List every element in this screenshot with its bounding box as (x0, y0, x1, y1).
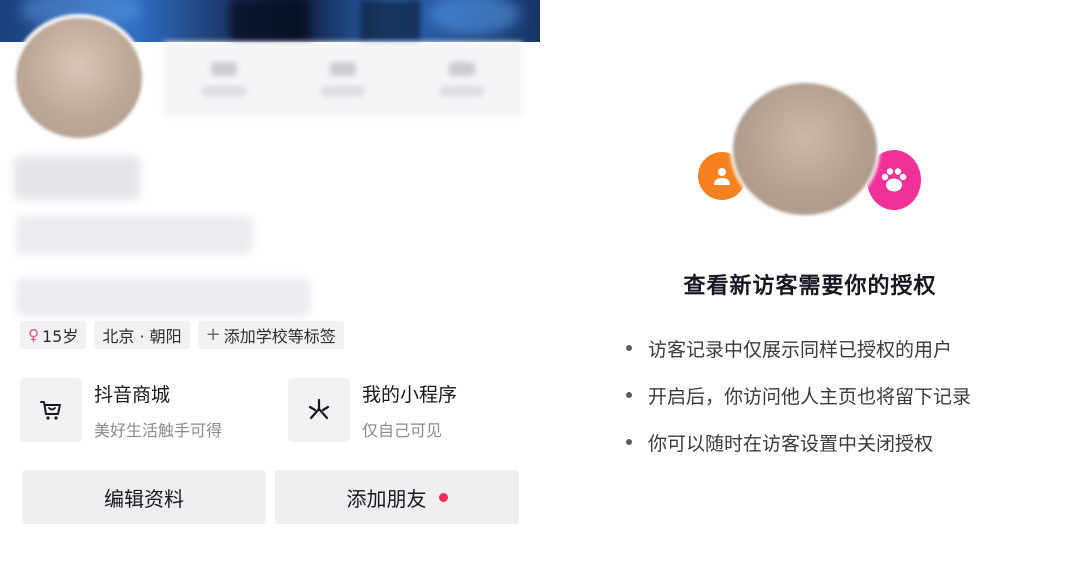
mini-program-entry[interactable]: 我的小程序 仅自己可见 (288, 376, 528, 444)
shopping-cart-icon (20, 378, 82, 442)
notification-dot (438, 492, 448, 502)
profile-panel: ♀ 15岁 北京 · 朝阳 + 添加学校等标签 抖音商城 美好生活触手可得 我的… (0, 0, 540, 576)
auth-title: 查看新访客需要你的授权 (683, 274, 937, 299)
add-friend-label: 添加朋友 (346, 486, 427, 511)
stat-item[interactable] (427, 62, 497, 96)
bullet-dot (626, 345, 632, 351)
profile-avatar[interactable] (12, 14, 146, 142)
location-label: 北京 · 朝阳 (102, 327, 182, 346)
location-tag: 北京 · 朝阳 (94, 321, 190, 349)
bullet-dot (626, 439, 632, 445)
age-label: 15岁 (42, 327, 79, 346)
profile-tags: ♀ 15岁 北京 · 朝阳 + 添加学校等标签 (20, 321, 344, 349)
list-item: 开启后，你访问他人主页也将留下记录 (626, 381, 971, 409)
edit-profile-button[interactable]: 编辑资料 (22, 470, 266, 524)
mini-program-subtitle: 仅自己可见 (362, 420, 443, 440)
profile-name-blurred (14, 156, 140, 200)
shop-title: 抖音商城 (94, 383, 171, 406)
bullet-text: 访客记录中仅展示同样已授权的用户 (648, 338, 953, 361)
female-icon: ♀ (28, 326, 39, 344)
list-item: 你可以随时在访客设置中关闭授权 (626, 428, 971, 456)
bullet-text: 你可以随时在访客设置中关闭授权 (648, 432, 934, 455)
profile-bio-blurred (16, 278, 310, 316)
add-tag-button[interactable]: + 添加学校等标签 (197, 321, 344, 349)
edit-profile-label: 编辑资料 (104, 486, 184, 511)
profile-stats-blurred (164, 42, 522, 116)
bullet-text: 开启后，你访问他人主页也将留下记录 (648, 385, 972, 408)
list-item: 访客记录中仅展示同样已授权的用户 (626, 334, 971, 362)
mini-program-icon (288, 378, 350, 442)
visitor-auth-panel: 查看新访客需要你的授权 访客记录中仅展示同样已授权的用户 开启后，你访问他人主页… (540, 0, 1080, 576)
stat-item[interactable] (308, 62, 378, 96)
add-tag-label: 添加学校等标签 (223, 327, 336, 346)
auth-bullet-list: 访客记录中仅展示同样已授权的用户 开启后，你访问他人主页也将留下记录 你可以随时… (626, 334, 971, 475)
mini-program-title: 我的小程序 (362, 383, 458, 406)
shop-subtitle: 美好生活触手可得 (94, 420, 223, 440)
bullet-dot (626, 392, 632, 398)
plus-icon: + (205, 324, 221, 345)
profile-id-blurred (16, 216, 252, 254)
add-friend-button[interactable]: 添加朋友 (275, 470, 519, 524)
user-avatar (730, 80, 880, 218)
shop-entry[interactable]: 抖音商城 美好生活触手可得 (20, 376, 270, 444)
age-tag: ♀ 15岁 (20, 321, 87, 349)
stat-item[interactable] (189, 62, 259, 96)
